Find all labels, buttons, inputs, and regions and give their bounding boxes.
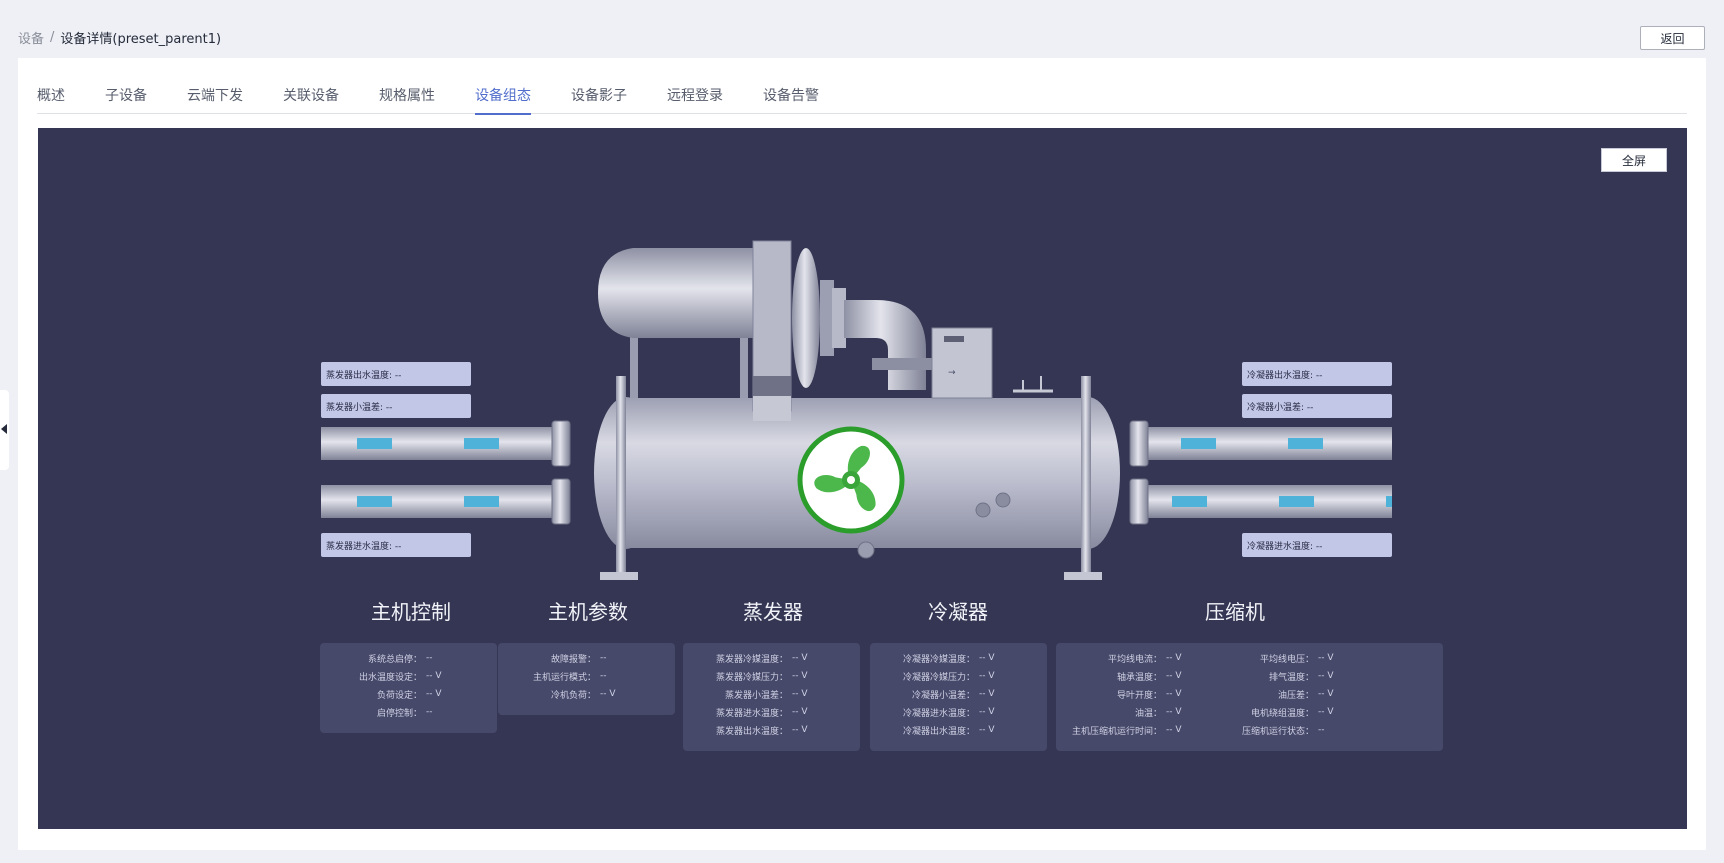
- left-upper-pipe: [321, 420, 571, 467]
- list-item: 出水温度设定： -- V: [358, 671, 442, 683]
- list-item: 负荷设定： -- V: [376, 689, 442, 701]
- panel-condenser: 冷凝器冷媒温度： -- V 冷凝器冷媒压力： -- V 冷凝器小温差： -- V 冷凝…: [870, 643, 1047, 751]
- fan-icon: [797, 426, 905, 534]
- list-item: 蒸发器进水温度： -- V: [715, 707, 808, 719]
- list-item: 故障报警： --: [550, 653, 607, 665]
- tab-related-devices[interactable]: 关联设备: [283, 58, 339, 114]
- list-item: 电机绕组温度： -- V: [1250, 707, 1334, 719]
- list-item: 导叶开度： -- V: [1116, 689, 1182, 701]
- list-item: 冷凝器出水温度： -- V: [902, 725, 995, 737]
- tab-spec-properties[interactable]: 规格属性: [379, 58, 435, 114]
- breadcrumb-current: 设备详情(preset_parent1): [60, 32, 222, 47]
- back-button[interactable]: 返回: [1640, 26, 1705, 50]
- tab-device-configuration[interactable]: 设备组态: [475, 58, 531, 115]
- panel-compressor: 平均线电流： -- V 轴承温度： -- V 导叶开度： -- V 油温： -- V 主…: [1056, 643, 1443, 751]
- list-item: 冷凝器进水温度： -- V: [902, 707, 995, 719]
- tab-bar: 概述 子设备 云端下发 关联设备 规格属性 设备组态 设备影子 远程登录 设备告…: [37, 58, 1687, 115]
- breadcrumb: 设备 / 设备详情(preset_parent1): [18, 28, 221, 47]
- list-item: 主机压缩机运行时间： -- V: [1071, 725, 1182, 737]
- list-item: 主机运行模式： --: [532, 671, 607, 683]
- panel-title-host-params: 主机参数: [548, 600, 628, 624]
- device-detail-card: 概述 子设备 云端下发 关联设备 规格属性 设备组态 设备影子 远程登录 设备告…: [18, 58, 1706, 850]
- compressor-motor: [598, 240, 932, 421]
- sensor-cond-out-temp: 冷凝器出水温度: --: [1242, 362, 1392, 386]
- compressor-left-column: 平均线电流： -- V 轴承温度： -- V 导叶开度： -- V 油温： -- V 主…: [1056, 649, 1182, 739]
- list-item: 系统总启停： --: [367, 653, 433, 665]
- tab-sub-devices[interactable]: 子设备: [105, 58, 147, 114]
- list-item: 启停控制： --: [376, 707, 433, 719]
- panel-host-control: 系统总启停： -- 出水温度设定： -- V 负荷设定： -- V 启停控制： --: [320, 643, 497, 733]
- compressor-right-column: 平均线电压： -- V 排气温度： -- V 油压差： -- V 电机绕组温度： -- …: [1208, 649, 1334, 739]
- sidebar-collapse-handle[interactable]: [0, 390, 9, 470]
- list-item: 平均线电流： -- V: [1107, 653, 1182, 665]
- list-item: 冷机负荷： -- V: [550, 689, 616, 701]
- list-item: 蒸发器小温差： -- V: [724, 689, 808, 701]
- sensor-cond-small-temp-diff: 冷凝器小温差: --: [1242, 394, 1392, 418]
- sensor-evap-out-temp: 蒸发器出水温度: --: [321, 362, 471, 386]
- list-item: 冷凝器小温差： -- V: [911, 689, 995, 701]
- list-item: 排气温度： -- V: [1268, 671, 1334, 683]
- tab-device-alarms[interactable]: 设备告警: [763, 58, 819, 114]
- panel-title-compressor: 压缩机: [1205, 600, 1265, 624]
- left-lower-pipe: [321, 478, 571, 525]
- list-item: 蒸发器冷媒压力： -- V: [715, 671, 808, 683]
- tab-remote-login[interactable]: 远程登录: [667, 58, 723, 114]
- list-item: 轴承温度： -- V: [1116, 671, 1182, 683]
- list-item: 蒸发器出水温度： -- V: [715, 725, 808, 737]
- panel-title-evaporator: 蒸发器: [743, 600, 803, 624]
- right-lower-pipe: [1129, 478, 1392, 525]
- svg-text:→: →: [948, 368, 956, 378]
- list-item: 蒸发器冷媒温度： -- V: [715, 653, 808, 665]
- panel-host-params: 故障报警： -- 主机运行模式： -- 冷机负荷： -- V: [498, 643, 675, 715]
- list-item: 压缩机运行状态： --: [1241, 725, 1325, 737]
- tab-cloud-delivery[interactable]: 云端下发: [187, 58, 243, 114]
- tab-overview[interactable]: 概述: [37, 58, 65, 114]
- breadcrumb-separator: /: [50, 30, 55, 45]
- list-item: 冷凝器冷媒温度： -- V: [902, 653, 995, 665]
- panel-evaporator: 蒸发器冷媒温度： -- V 蒸发器冷媒压力： -- V 蒸发器小温差： -- V 蒸发…: [683, 643, 860, 751]
- sensor-evap-small-temp-diff: 蒸发器小温差: --: [321, 394, 471, 418]
- panel-title-host-control: 主机控制: [371, 600, 451, 624]
- list-item: 平均线电压： -- V: [1259, 653, 1334, 665]
- configuration-canvas: 全屏 → 蒸发器出水温度: -- 蒸发器小温差: -- 蒸发器进水温度: -- …: [38, 128, 1687, 829]
- sensor-evap-in-temp: 蒸发器进水温度: --: [321, 533, 471, 557]
- breadcrumb-root-link[interactable]: 设备: [18, 28, 44, 47]
- list-item: 冷凝器冷媒压力： -- V: [902, 671, 995, 683]
- panel-title-condenser: 冷凝器: [928, 600, 988, 624]
- list-item: 油温： -- V: [1134, 707, 1182, 719]
- control-box: →: [931, 327, 1053, 399]
- right-upper-pipe: [1129, 420, 1392, 467]
- list-item: 油压差： -- V: [1277, 689, 1334, 701]
- sensor-cond-in-temp: 冷凝器进水温度: --: [1242, 533, 1392, 557]
- tab-device-shadow[interactable]: 设备影子: [571, 58, 627, 114]
- chevron-left-icon: [1, 424, 7, 434]
